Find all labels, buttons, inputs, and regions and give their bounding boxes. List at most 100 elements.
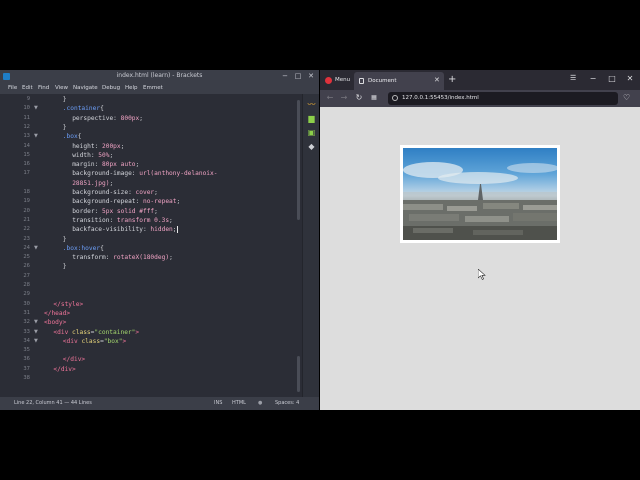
code-line[interactable]: } bbox=[63, 235, 67, 244]
browser-minimize-button[interactable]: − bbox=[588, 74, 598, 83]
code-line[interactable]: } bbox=[63, 123, 67, 132]
fold-toggle-icon[interactable]: ▼ bbox=[34, 318, 38, 327]
code-line[interactable]: backface-visibility: hidden; bbox=[72, 225, 178, 234]
browser-navbar: ← → ↻ ▦ 127.0.0.1:55453/index.html ♡ bbox=[320, 90, 640, 107]
menu-find[interactable]: Find bbox=[38, 85, 49, 91]
fold-toggle-icon[interactable]: ▼ bbox=[34, 132, 38, 141]
fold-toggle-icon[interactable]: ▼ bbox=[34, 328, 38, 337]
code-line[interactable]: <body> bbox=[44, 318, 66, 327]
menu-file[interactable]: File bbox=[8, 85, 17, 91]
code-line[interactable]: } bbox=[63, 262, 67, 271]
indent-spaces[interactable]: Spaces: 4 bbox=[275, 400, 299, 406]
flip-box-image[interactable] bbox=[400, 145, 560, 243]
address-bar[interactable]: 127.0.0.1:55453/index.html bbox=[388, 92, 618, 105]
line-number: 32 bbox=[23, 319, 30, 326]
tab-close-icon[interactable]: ✕ bbox=[434, 76, 440, 84]
editor-scroll-thumb-secondary[interactable] bbox=[297, 356, 300, 392]
code-line[interactable]: width: 50%; bbox=[72, 151, 113, 160]
menu-navigate[interactable]: Navigate bbox=[73, 85, 98, 91]
tab-title: Document bbox=[368, 78, 397, 84]
forward-icon[interactable]: → bbox=[339, 93, 349, 103]
editor-scroll-thumb[interactable] bbox=[297, 100, 300, 220]
code-token: class bbox=[81, 337, 101, 345]
close-button[interactable]: ✕ bbox=[306, 72, 316, 81]
fold-toggle-icon[interactable]: ▼ bbox=[34, 244, 38, 253]
code-token: </div> bbox=[62, 356, 86, 364]
code-token: ; bbox=[109, 179, 114, 187]
page-icon bbox=[359, 78, 364, 84]
code-line[interactable]: </div> bbox=[63, 355, 85, 364]
brackets-editor-window: index.html (learn) - Brackets − □ ✕ File… bbox=[0, 70, 319, 410]
code-line[interactable]: </style> bbox=[53, 300, 83, 309]
browser-close-button[interactable]: ✕ bbox=[625, 74, 635, 83]
tab-list-icon[interactable]: ☰ bbox=[570, 74, 576, 82]
code-line[interactable]: .box{ bbox=[63, 132, 82, 141]
code-token: ; bbox=[135, 161, 140, 169]
code-line[interactable]: <div class="container"> bbox=[53, 328, 139, 337]
code-line[interactable]: border: 5px solid #fff; bbox=[72, 207, 158, 216]
browser-menu-label[interactable]: Menu bbox=[335, 77, 350, 83]
browser-maximize-button[interactable]: □ bbox=[607, 74, 617, 83]
browser-menu-icon[interactable] bbox=[325, 77, 332, 84]
cursor-position: Line 22, Column 41 — 44 Lines bbox=[14, 400, 92, 406]
fold-toggle-icon[interactable]: ▼ bbox=[34, 104, 38, 113]
code-token: margin: bbox=[72, 161, 102, 169]
code-token: no-repeat bbox=[142, 198, 177, 206]
extension-manager-icon[interactable]: ▆ bbox=[307, 114, 316, 123]
language-selector[interactable]: HTML bbox=[232, 400, 246, 406]
maximize-button[interactable]: □ bbox=[293, 72, 303, 81]
code-token: ; bbox=[154, 189, 158, 196]
code-line[interactable]: </head> bbox=[44, 309, 70, 318]
code-line[interactable]: .box:hover{ bbox=[63, 244, 104, 253]
minimize-button[interactable]: − bbox=[280, 72, 290, 81]
git-icon[interactable]: ◆ bbox=[307, 142, 316, 151]
code-token: > bbox=[122, 337, 127, 345]
desktop-screen: index.html (learn) - Brackets − □ ✕ File… bbox=[0, 70, 640, 410]
menu-view[interactable]: View bbox=[55, 85, 68, 91]
new-tab-button[interactable]: + bbox=[448, 74, 456, 85]
code-line[interactable]: </div> bbox=[53, 365, 75, 374]
code-token: ; bbox=[169, 254, 173, 262]
code-line[interactable]: transition: transform 0.3s; bbox=[72, 216, 173, 225]
menu-help[interactable]: Help bbox=[125, 85, 138, 91]
line-number: 23 bbox=[23, 235, 30, 242]
code-line[interactable]: background-image: url(anthony-delanoix- bbox=[72, 169, 217, 178]
extensions-grid-icon[interactable]: ▦ bbox=[369, 93, 379, 103]
editor-titlebar: index.html (learn) - Brackets − □ ✕ bbox=[0, 70, 319, 83]
insert-mode[interactable]: INS bbox=[214, 400, 222, 406]
tab-document[interactable]: Document ✕ bbox=[354, 72, 444, 90]
line-number: 35 bbox=[23, 347, 30, 354]
linter-status-icon[interactable]: ● bbox=[258, 400, 262, 406]
code-line[interactable]: height: 200px; bbox=[72, 142, 124, 151]
code-line[interactable]: .container{ bbox=[63, 104, 104, 113]
line-number: 12 bbox=[23, 123, 30, 130]
code-token: 50% bbox=[98, 151, 110, 159]
code-token: ; bbox=[109, 151, 114, 159]
tracking-shield-icon[interactable]: ♡ bbox=[623, 93, 630, 102]
code-line[interactable]: 28851.jpg); bbox=[72, 179, 113, 188]
menu-edit[interactable]: Edit bbox=[22, 85, 33, 91]
menu-emmet[interactable]: Emmet bbox=[143, 85, 163, 91]
extension-icon[interactable]: ▣ bbox=[307, 128, 316, 137]
code-line[interactable]: background-repeat: no-repeat; bbox=[72, 197, 180, 206]
code-editor-area[interactable]: } .container{perspective: 800px;} .box{hei… bbox=[42, 94, 296, 397]
fold-toggle-icon[interactable]: ▼ bbox=[34, 337, 38, 346]
live-preview-icon[interactable]: 〰 bbox=[307, 100, 316, 109]
code-token: class bbox=[72, 328, 91, 336]
line-number: 14 bbox=[23, 142, 30, 149]
editor-menubar: File Edit Find View Navigate Debug Help … bbox=[0, 83, 319, 94]
code-line[interactable]: background-size: cover; bbox=[72, 188, 158, 197]
code-line[interactable]: transform: rotateX(180deg); bbox=[72, 253, 173, 262]
site-info-icon[interactable] bbox=[392, 95, 398, 101]
line-number: 36 bbox=[23, 356, 30, 363]
code-line[interactable]: } bbox=[63, 95, 67, 104]
code-line[interactable]: margin: 80px auto; bbox=[72, 160, 139, 169]
menu-debug[interactable]: Debug bbox=[102, 85, 120, 91]
back-icon[interactable]: ← bbox=[325, 93, 335, 103]
code-line[interactable]: perspective: 800px; bbox=[72, 114, 143, 123]
browser-page-content bbox=[320, 107, 640, 410]
code-token: .container bbox=[62, 105, 101, 113]
reload-icon[interactable]: ↻ bbox=[354, 93, 364, 103]
url-text[interactable]: 127.0.0.1:55453/index.html bbox=[402, 95, 479, 101]
code-line[interactable]: <div class="box"> bbox=[63, 337, 126, 346]
